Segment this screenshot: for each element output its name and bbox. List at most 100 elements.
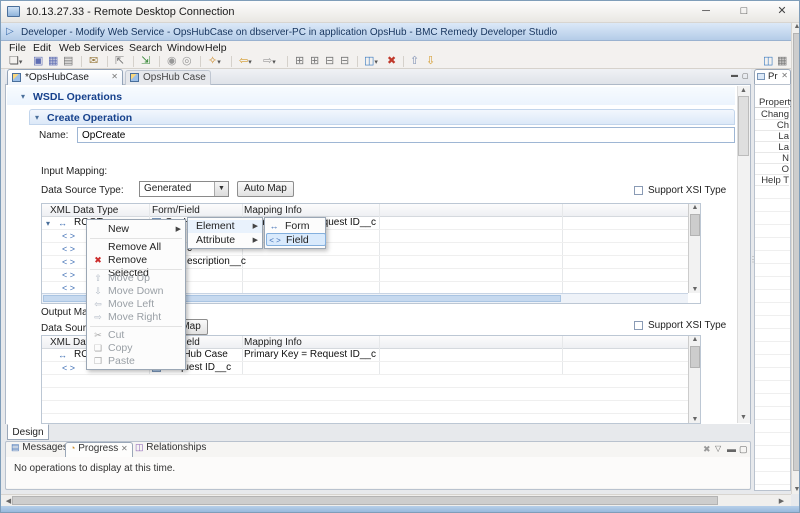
- view-menu-icon[interactable]: ▽: [715, 444, 721, 453]
- input-xsi-checkbox[interactable]: [634, 186, 643, 195]
- col-mapping-info[interactable]: Mapping Info: [244, 337, 302, 348]
- forward-icon[interactable]: ⇨▾: [263, 55, 276, 69]
- wsdl-twistie-icon[interactable]: ▾: [21, 92, 25, 101]
- save-all-icon[interactable]: ▦: [48, 55, 58, 67]
- open-perspective-icon[interactable]: ◫: [763, 55, 773, 67]
- delete-icon[interactable]: ✖: [387, 55, 396, 67]
- debug-icon[interactable]: ✧▾: [208, 55, 221, 69]
- minimize-pane-icon[interactable]: ▬: [731, 72, 738, 79]
- menu-web-services[interactable]: Web Services: [59, 42, 124, 54]
- import-icon[interactable]: ⇲: [141, 55, 150, 67]
- menu-item-move-left[interactable]: ⇦ Move Left: [87, 298, 185, 311]
- col-xml-data-type[interactable]: XML Data Type: [50, 205, 118, 216]
- name-input[interactable]: [77, 127, 735, 143]
- col-form-field[interactable]: Form/Field: [152, 205, 200, 216]
- property-row[interactable]: Ch: [755, 120, 789, 131]
- design-view-tab[interactable]: Design: [7, 424, 49, 440]
- menu-item-new[interactable]: New▶: [87, 223, 185, 236]
- property-column-header[interactable]: Property: [755, 97, 789, 108]
- sash-grip[interactable]: ⋮: [749, 257, 752, 271]
- clear-completed-icon[interactable]: ✖: [703, 444, 711, 455]
- close-tab-icon[interactable]: ✕: [121, 444, 128, 453]
- back-icon[interactable]: ⇦▾: [239, 55, 252, 69]
- collapse-all-icon[interactable]: ⊟: [340, 55, 349, 67]
- menu-item-attribute[interactable]: Attribute▶: [188, 234, 262, 247]
- lock-icon[interactable]: ◉: [167, 55, 177, 67]
- menu-edit[interactable]: Edit: [33, 42, 51, 54]
- close-tab-icon[interactable]: ✕: [111, 72, 118, 81]
- scroll-down-icon[interactable]: ▼: [689, 286, 701, 293]
- property-row[interactable]: La: [755, 142, 789, 153]
- menu-item-remove-selected[interactable]: ✖ Remove Selected: [87, 254, 185, 267]
- menu-item-remove-all[interactable]: Remove All: [87, 241, 185, 254]
- property-row[interactable]: Help T: [755, 175, 789, 186]
- col-mapping-info[interactable]: Mapping Info: [244, 205, 302, 216]
- editor-scroll-thumb[interactable]: [738, 96, 749, 156]
- rdp-horizontal-scrollbar[interactable]: ◀ ▶: [1, 494, 791, 506]
- minimize-button[interactable]: ─: [687, 1, 725, 22]
- menu-item-element[interactable]: Element▶: [188, 220, 262, 233]
- scroll-thumb[interactable]: [690, 346, 700, 368]
- create-operation-bar[interactable]: [29, 109, 735, 125]
- minimize-view-icon[interactable]: ▬: [727, 444, 736, 454]
- input-auto-map-button[interactable]: Auto Map: [237, 181, 294, 197]
- menu-item-form[interactable]: ↔ Form: [265, 220, 325, 233]
- maximize-button[interactable]: □: [725, 1, 763, 22]
- chevron-down-icon[interactable]: ▼: [214, 182, 228, 196]
- print-icon[interactable]: ▤: [63, 55, 73, 67]
- unlock-icon[interactable]: ◎: [182, 55, 192, 67]
- property-row[interactable]: N: [755, 153, 789, 164]
- menu-item-copy[interactable]: ❏ Copy: [87, 342, 185, 355]
- create-twistie-icon[interactable]: ▾: [35, 113, 39, 122]
- maximize-pane-icon[interactable]: ▢: [742, 72, 749, 80]
- maximize-view-icon[interactable]: ▢: [739, 444, 748, 455]
- menu-help[interactable]: Help: [205, 42, 227, 54]
- tab-relationships[interactable]: ◫ Relationships: [135, 442, 206, 457]
- form-tab-icon: [12, 73, 21, 82]
- menu-item-field[interactable]: < > Field: [266, 233, 326, 246]
- move-up-toolbar-icon[interactable]: ⇧: [410, 55, 419, 67]
- menu-item-move-down[interactable]: ⇩ Move Down: [87, 285, 185, 298]
- export-icon[interactable]: ⇱: [115, 55, 124, 67]
- property-row[interactable]: O: [755, 164, 789, 175]
- web-service-icon[interactable]: ◫▾: [364, 55, 378, 69]
- table-vertical-scrollbar[interactable]: ▲ ▼: [688, 336, 700, 423]
- menu-file[interactable]: File: [9, 42, 26, 54]
- property-row[interactable]: La: [755, 131, 789, 142]
- menu-item-cut[interactable]: ✂ Cut: [87, 329, 185, 342]
- expand-icon[interactable]: ⊞: [310, 55, 319, 67]
- scroll-down-icon[interactable]: ▼: [689, 416, 701, 423]
- menu-search[interactable]: Search: [129, 42, 162, 54]
- scroll-up-icon[interactable]: ▲: [689, 204, 701, 211]
- scroll-thumb[interactable]: [690, 214, 700, 236]
- tab-progress[interactable]: ◔ Progress ✕: [65, 442, 133, 457]
- collapse-icon[interactable]: ⊟: [325, 55, 334, 67]
- close-button[interactable]: ✕: [763, 1, 800, 22]
- close-tab-icon[interactable]: ✕: [781, 71, 788, 80]
- tab-properties[interactable]: Pr ✕: [754, 69, 791, 84]
- scroll-up-icon[interactable]: ▲: [737, 87, 750, 94]
- scroll-thumb[interactable]: [793, 33, 800, 471]
- rdp-vertical-scrollbar[interactable]: ▲ ▼: [791, 23, 800, 494]
- expand-icon[interactable]: ▾: [46, 219, 50, 228]
- perspective-icon[interactable]: ▦: [777, 55, 787, 67]
- menu-window[interactable]: Window: [167, 42, 204, 54]
- output-xsi-checkbox[interactable]: [634, 321, 643, 330]
- tab-opshub-case[interactable]: OpsHub Case: [125, 70, 211, 85]
- menu-item-move-up[interactable]: ⇧ Move Up: [87, 272, 185, 285]
- scroll-up-icon[interactable]: ▲: [689, 336, 701, 343]
- menu-item-move-right[interactable]: ⇨ Move Right: [87, 311, 185, 324]
- mail-icon[interactable]: ✉: [89, 55, 98, 67]
- table-vertical-scrollbar[interactable]: ▲ ▼: [688, 204, 700, 293]
- property-row[interactable]: Chang: [755, 109, 789, 120]
- menu-item-paste[interactable]: ❒ Paste: [87, 355, 185, 368]
- expand-all-icon[interactable]: ⊞: [295, 55, 304, 67]
- input-ds-combo[interactable]: Generated ▼: [139, 181, 229, 197]
- new-wizard-icon[interactable]: ❏▾: [9, 55, 22, 69]
- save-icon[interactable]: ▣: [33, 55, 43, 67]
- tab-messages[interactable]: ▤ Messages: [11, 442, 68, 457]
- scroll-thumb[interactable]: [12, 496, 718, 505]
- scroll-down-icon[interactable]: ▼: [737, 414, 750, 421]
- tab-opshubcase-editor[interactable]: *OpsHubCase ✕: [7, 69, 123, 85]
- move-down-toolbar-icon[interactable]: ⇩: [426, 55, 435, 67]
